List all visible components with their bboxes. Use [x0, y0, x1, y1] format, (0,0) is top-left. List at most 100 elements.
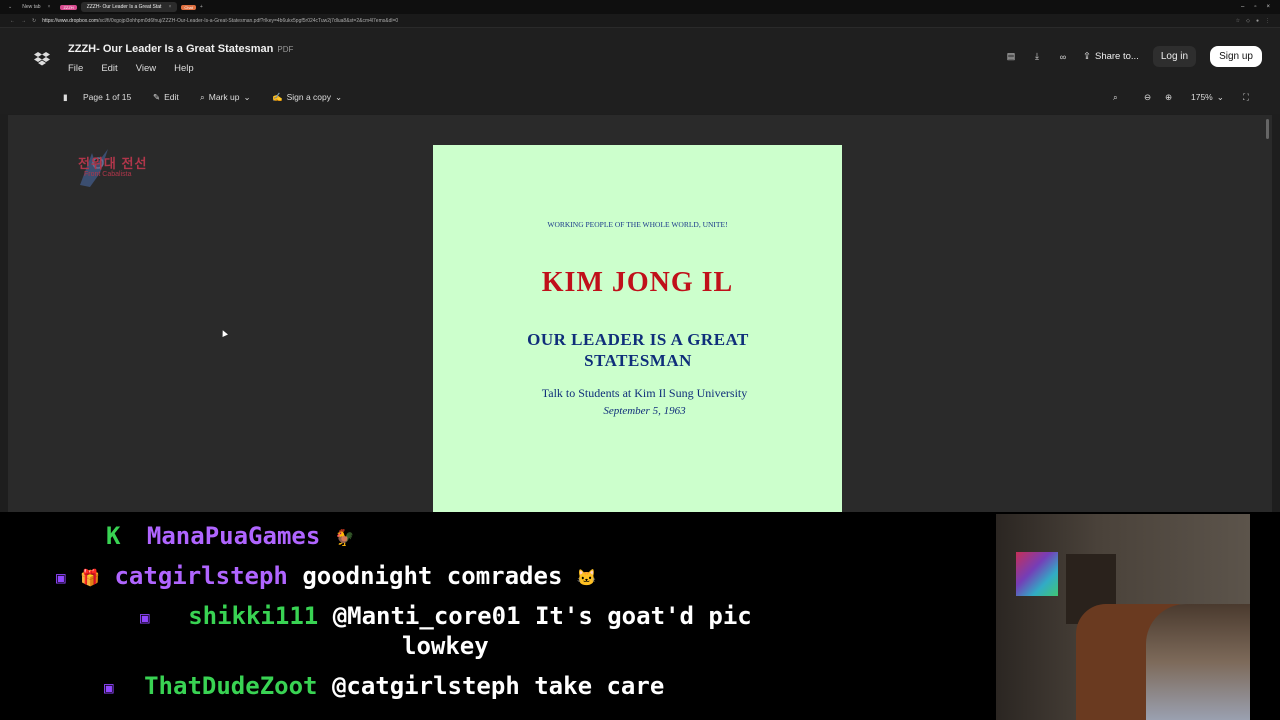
- pdf-page: WORKING PEOPLE OF THE WHOLE WORLD, UNITE…: [433, 145, 842, 512]
- download-icon[interactable]: ⤓: [1031, 51, 1043, 63]
- chat-username: shikki111: [188, 602, 319, 630]
- page-subtitle: Talk to Students at Kim Il Sung Universi…: [541, 386, 748, 400]
- edit-button[interactable]: ✎ Edit: [153, 92, 179, 103]
- chevron-down-icon: ⌄: [243, 91, 251, 102]
- fullscreen-icon[interactable]: ⛶: [1243, 92, 1249, 103]
- menu-file[interactable]: File: [68, 63, 83, 74]
- share-button[interactable]: ⇪ Share to...: [1083, 51, 1139, 62]
- back-icon[interactable]: ←: [10, 18, 15, 24]
- zoom-select[interactable]: 175% ⌄: [1191, 92, 1224, 103]
- chat-text: @Manti_core01 It's goat'd pic: [332, 602, 752, 630]
- markup-icon: ⌕: [200, 91, 205, 102]
- sign-button[interactable]: ✍ Sign a copy ⌄: [272, 92, 342, 103]
- stream-chat-overlay: K ManaPuaGames 🐓 ▣ 🎁 catgirlsteph goodni…: [0, 512, 996, 720]
- chat-message: ▣ 🎁 catgirlsteph goodnight comrades 🐱: [56, 562, 597, 590]
- sidebar-toggle-icon[interactable]: ▮: [63, 92, 68, 103]
- streamer: [1146, 604, 1250, 720]
- page-author: KIM JONG IL: [541, 267, 734, 298]
- zoom-value: 175%: [1191, 92, 1213, 102]
- cat-emote-icon: 🐱: [576, 567, 597, 587]
- sign-label: Sign a copy: [286, 92, 332, 102]
- zoom-in-icon[interactable]: ⊕: [1165, 92, 1172, 103]
- watermark-latin: Front Cabalista: [84, 171, 132, 178]
- tab-badge[interactable]: Chat: [181, 4, 196, 10]
- chat-text-continued: lowkey: [402, 632, 489, 660]
- page-indicator: Page 1 of 15: [83, 92, 132, 102]
- scrollbar[interactable]: [1266, 119, 1269, 139]
- close-icon[interactable]: ×: [168, 4, 171, 10]
- chat-message: ▣ ThatDudeZoot @catgirlsteph take care: [104, 672, 664, 700]
- header-actions: ▤ ⤓ ∞ ⇪ Share to... Log in Sign up: [1005, 46, 1262, 67]
- url-field[interactable]: https://www.dropbox.com/scl/fi/0xgojpi3o…: [42, 18, 398, 24]
- document-name: ZZZH- Our Leader Is a Great Statesman: [68, 43, 274, 55]
- bookmark-icon[interactable]: ☆: [1236, 18, 1240, 24]
- share-label: Share to...: [1094, 51, 1139, 62]
- close-icon[interactable]: ×: [48, 4, 51, 10]
- tab-pdf[interactable]: ZZZH- Our Leader Is a Great Stat ×: [80, 2, 178, 12]
- tab-menu-icon[interactable]: ⌄: [8, 4, 12, 10]
- more-icon[interactable]: ⋮: [1265, 18, 1270, 24]
- chat-username: ThatDudeZoot: [144, 672, 318, 700]
- forward-icon[interactable]: →: [21, 18, 26, 24]
- chat-username: ManaPuaGames: [146, 522, 321, 550]
- twitch-badge-icon: ▣: [56, 567, 66, 587]
- page-date: September 5, 1963: [603, 405, 686, 417]
- rooster-emote-icon: 🐓: [334, 527, 355, 547]
- markup-label: Mark up: [208, 92, 240, 102]
- chat-username: catgirlsteph: [114, 562, 288, 590]
- close-window-icon[interactable]: ×: [1266, 4, 1270, 10]
- twitch-badge-icon: ▣: [140, 607, 150, 627]
- chevron-down-icon: ⌄: [335, 91, 343, 102]
- address-bar-icons: ☆ ◇ ● ⋮: [1236, 18, 1280, 24]
- pencil-icon: ✎: [153, 91, 161, 102]
- menu-help[interactable]: Help: [174, 63, 194, 74]
- tab-label: ZZZH- Our Leader Is a Great Stat: [86, 4, 162, 10]
- chat-text: goodnight comrades: [302, 562, 563, 590]
- minimize-icon[interactable]: –: [1241, 4, 1244, 10]
- document-title: ZZZH- Our Leader Is a Great Statesman PDF: [68, 43, 293, 55]
- zoom-out-icon[interactable]: ⊖: [1144, 92, 1151, 103]
- menu-view[interactable]: View: [136, 63, 156, 74]
- edit-label: Edit: [164, 92, 179, 102]
- profile-icon[interactable]: ●: [1256, 18, 1259, 24]
- url-host: https://www.dropbox.com: [42, 17, 99, 24]
- tab-new[interactable]: New tab ×: [16, 2, 56, 12]
- led-panel: [1016, 552, 1058, 596]
- twitch-badge-icon: ▣: [104, 677, 114, 697]
- sign-icon: ✍: [272, 91, 283, 102]
- markup-button[interactable]: ⌕ Mark up ⌄: [200, 92, 251, 103]
- chat-text: @catgirlsteph take care: [331, 672, 665, 700]
- menu-edit[interactable]: Edit: [101, 63, 117, 74]
- search-icon[interactable]: ⌕: [1113, 92, 1118, 103]
- pdf-toolbar: ▮ Page 1 of 15 ✎ Edit ⌕ Mark up ⌄ ✍ Sign a c…: [0, 86, 1280, 108]
- chat-message: K ManaPuaGames 🐓: [106, 522, 355, 550]
- login-button[interactable]: Log in: [1152, 46, 1197, 67]
- new-tab-icon[interactable]: +: [200, 4, 203, 10]
- user-badge-icon: ☻: [164, 607, 174, 627]
- signup-button[interactable]: Sign up: [1210, 46, 1262, 67]
- url-path: /scl/fi/0xgojpi3ohhpm0d6fnuj/ZZZH-Our-Le…: [98, 17, 399, 24]
- webcam-feed: [996, 514, 1250, 720]
- extensions-icon[interactable]: ◇: [1246, 18, 1250, 24]
- window-controls: – ▫ ×: [1241, 4, 1280, 10]
- dropbox-logo-icon[interactable]: [34, 52, 50, 66]
- tab-badge: ZZZH: [60, 4, 77, 10]
- page-slogan: WORKING PEOPLE OF THE WHOLE WORLD, UNITE…: [547, 220, 728, 229]
- tab-label: New tab: [22, 4, 41, 10]
- address-bar: ← → ↻ https://www.dropbox.com/scl/fi/0xg…: [0, 14, 1280, 28]
- tab-bar: ⌄ New tab × ZZZH ZZZH- Our Leader Is a G…: [0, 0, 1280, 14]
- comment-icon[interactable]: ▤: [1005, 51, 1017, 63]
- browser-window: ⌄ New tab × ZZZH ZZZH- Our Leader Is a G…: [0, 0, 1280, 512]
- reload-icon[interactable]: ↻: [32, 18, 36, 24]
- gift-badge-icon: 🎁: [80, 567, 101, 587]
- chat-badge: K: [106, 522, 121, 550]
- share-icon: ⇪: [1083, 51, 1091, 62]
- chat-message: ▣ ☻ shikki111 @Manti_core01 It's goat'd …: [140, 602, 752, 630]
- chevron-down-icon: ⌄: [1216, 91, 1224, 102]
- page-title: OUR LEADER IS A GREAT STATESMAN: [527, 330, 749, 370]
- watermark-korean: 전위대 전선: [78, 156, 148, 171]
- menu-bar: File Edit View Help: [68, 63, 194, 74]
- pdf-viewer[interactable]: 전위대 전선 Front Cabalista WORKING PEOPLE OF…: [8, 115, 1272, 512]
- maximize-icon[interactable]: ▫: [1254, 4, 1256, 10]
- link-icon[interactable]: ∞: [1057, 51, 1069, 63]
